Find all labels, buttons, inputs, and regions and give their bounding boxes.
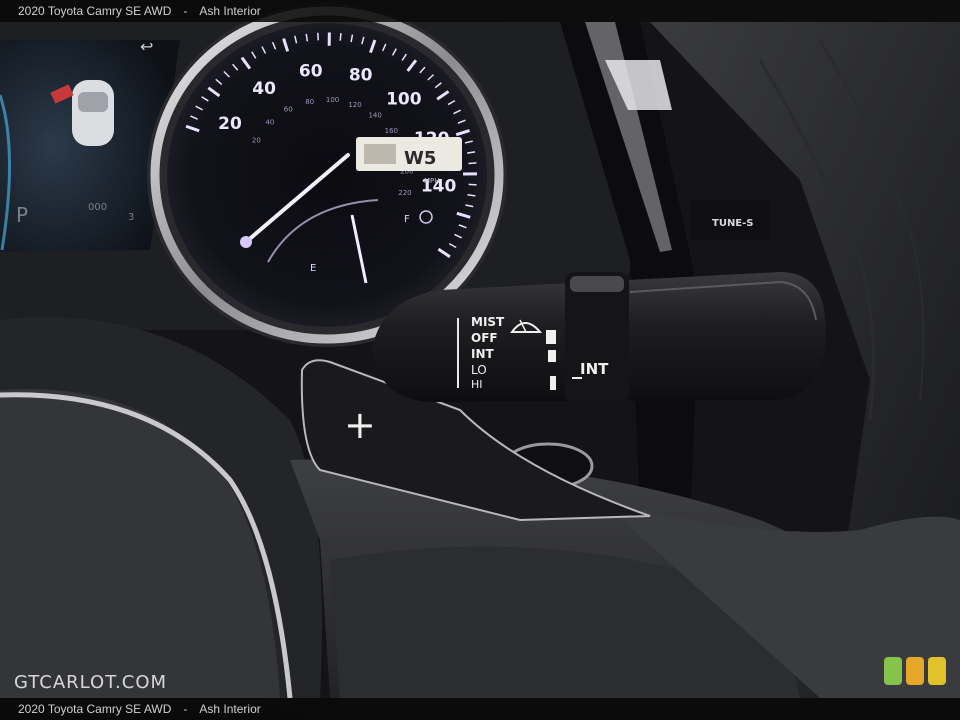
sticker-code: W5 bbox=[404, 148, 436, 169]
gauge-inner-label: 100 bbox=[326, 96, 339, 104]
gauge-tick bbox=[339, 33, 342, 41]
caption-separator: - bbox=[183, 702, 188, 716]
int-bar-2 bbox=[548, 350, 556, 362]
gauge-inner-label: 220 bbox=[398, 189, 411, 197]
console-label: TUNE-S bbox=[712, 218, 754, 229]
gauge-inner-label: 60 bbox=[284, 106, 293, 114]
car-status-icon bbox=[72, 80, 114, 146]
badge-orange bbox=[906, 657, 924, 685]
caption-model: 2020 Toyota Camry SE AWD bbox=[18, 4, 172, 18]
gauge-major-label: 40 bbox=[252, 79, 276, 99]
gauge-units: MPH bbox=[424, 177, 440, 185]
return-arrow-icon: ↩ bbox=[140, 37, 153, 56]
caption-subject: Ash Interior bbox=[199, 4, 261, 18]
int-label: INT bbox=[580, 360, 609, 378]
caption-separator: - bbox=[183, 4, 188, 18]
cluster-info-a: 000 bbox=[88, 202, 107, 213]
caption-bar-bottom: 2020 Toyota Camry SE AWD - Ash Interior bbox=[0, 698, 960, 720]
photo-stage: ↩ P 000 3 20 40 60 80 100 120 140 20 40 60 80 100 1… bbox=[0, 0, 960, 720]
int-bar-3 bbox=[550, 376, 556, 390]
cluster-info-b: 3 bbox=[128, 212, 134, 223]
gauge-major-label: 100 bbox=[386, 90, 422, 110]
gauge-inner-label: 20 bbox=[252, 136, 261, 144]
stalk-collar-ridges bbox=[570, 276, 624, 292]
wiper-position-off: OFF bbox=[471, 331, 498, 345]
gauge-inner-label: 140 bbox=[368, 111, 381, 119]
caption-subject: Ash Interior bbox=[199, 702, 261, 716]
gear-indicator: P bbox=[16, 203, 28, 227]
badge-green bbox=[884, 657, 902, 685]
wiper-position-mist: MIST bbox=[471, 315, 505, 329]
gauge-inner-label: 40 bbox=[265, 119, 274, 127]
gauge-inner-label: 80 bbox=[305, 98, 314, 106]
gauge-tick bbox=[468, 183, 477, 186]
wiper-position-hi: HI bbox=[471, 378, 483, 391]
gauge-major-label: 20 bbox=[218, 114, 242, 134]
sticker-barcode bbox=[364, 144, 396, 164]
badge-yellow bbox=[928, 657, 946, 685]
paddle-plus-label: + bbox=[344, 403, 376, 447]
gauge-tick bbox=[468, 162, 477, 165]
caption-model: 2020 Toyota Camry SE AWD bbox=[18, 702, 172, 716]
fuel-empty-label: E bbox=[310, 263, 316, 274]
site-watermark: GTCARLOT.COM bbox=[14, 672, 168, 693]
wiper-position-int: INT bbox=[471, 347, 495, 361]
gauge-major-label: 60 bbox=[299, 62, 323, 82]
rating-badge bbox=[884, 657, 946, 687]
wiper-position-lo: LO bbox=[471, 363, 487, 377]
photo-scene: ↩ P 000 3 20 40 60 80 100 120 140 20 40 60 80 100 1… bbox=[0, 3, 960, 699]
wiper-stalk: MIST OFF INT LO HI INT bbox=[372, 272, 826, 404]
int-bar-1 bbox=[546, 330, 556, 344]
needle-hub bbox=[240, 236, 252, 248]
fuel-full-label: F bbox=[404, 214, 410, 225]
gauge-inner-label: 120 bbox=[348, 101, 361, 109]
gauge-major-label: 80 bbox=[349, 66, 373, 86]
car-status-icon-window bbox=[78, 92, 108, 112]
gauge-inner-label: 160 bbox=[385, 127, 398, 135]
caption-bar-top: 2020 Toyota Camry SE AWD - Ash Interior bbox=[0, 0, 960, 22]
